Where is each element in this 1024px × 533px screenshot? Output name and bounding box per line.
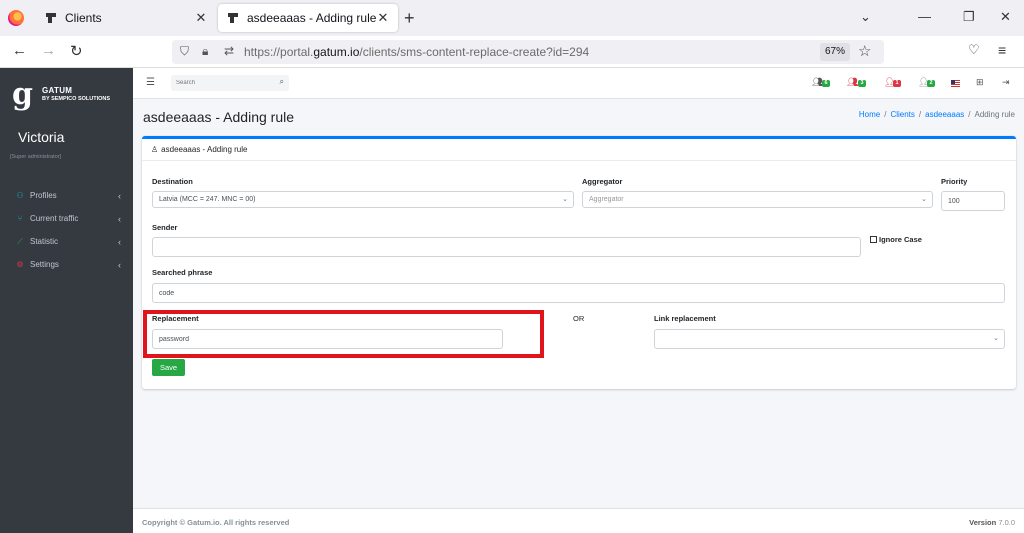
search-icon[interactable]: ⌕ xyxy=(280,77,284,87)
page-title: asdeeaaas - Adding rule xyxy=(143,109,294,125)
sidebar-item-label: Settings xyxy=(30,260,59,269)
chevron-down-icon: ⌄ xyxy=(993,335,999,342)
browser-tab-adding-rule[interactable]: asdeeaaas - Adding rule ✕ xyxy=(218,4,398,32)
browser-tab-strip: Clients ✕ asdeeaaas - Adding rule ✕ + ⌄ … xyxy=(0,0,1024,36)
aggregator-select[interactable]: Aggregator ⌄ xyxy=(582,191,933,208)
breadcrumb: Home / Clients / asdeeaaas / Adding rule xyxy=(858,110,1015,119)
chevron-left-icon: ‹ xyxy=(118,236,121,247)
notification-badge: 3 xyxy=(858,80,866,87)
breadcrumb-clients[interactable]: Clients xyxy=(890,110,914,119)
chevron-left-icon: ‹ xyxy=(118,213,121,224)
chart-icon: ⟋ xyxy=(17,236,23,246)
aggregator-label: Aggregator xyxy=(582,177,623,186)
close-tab-icon[interactable]: ✕ xyxy=(376,10,390,26)
zoom-level[interactable]: 67% xyxy=(820,43,851,61)
replacement-highlight-box xyxy=(143,310,544,358)
user-role: [Super administrator] xyxy=(10,154,62,160)
search-input[interactable] xyxy=(171,75,267,91)
sidebar-item-label: Current traffic xyxy=(30,214,79,223)
gatum-logo-icon: g xyxy=(12,77,33,112)
ignore-case-label: Ignore Case xyxy=(879,235,922,244)
firefox-icon[interactable] xyxy=(8,10,24,26)
search-box: ⌕ xyxy=(171,75,289,91)
list-all-tabs-icon[interactable]: ⌄ xyxy=(860,9,871,25)
sidebar-item-profiles[interactable]: ⚇ Profiles ‹ xyxy=(0,184,133,207)
save-button[interactable]: Save xyxy=(152,359,186,376)
sidebar-item-current-traffic[interactable]: ⑂ Current traffic ‹ xyxy=(0,207,133,230)
notification-badge: 6 xyxy=(822,80,830,87)
notification-badge: 1 xyxy=(893,80,901,87)
restore-icon[interactable]: ❐ xyxy=(963,9,975,25)
users-icon[interactable]: 👥︎ xyxy=(847,77,858,88)
sidebar-item-statistic[interactable]: ⟋ Statistic ‹ xyxy=(0,230,133,253)
user-secret-icon: ♙ xyxy=(151,145,159,154)
copyright-text: Copyright © Gatum.io. All rights reserve… xyxy=(142,518,290,527)
new-tab-icon[interactable]: + xyxy=(404,8,415,29)
content-wrapper: asdeeaaas - Adding rule Home / Clients / asd… xyxy=(133,99,1024,508)
chevron-left-icon: ‹ xyxy=(118,190,121,201)
destination-select[interactable]: Latvia (MCC = 247. MNC = 00) ⌄ xyxy=(152,191,574,208)
brand-name: GATUM xyxy=(42,86,73,95)
ignore-case-checkbox[interactable]: Ignore Case xyxy=(870,235,922,244)
gatum-favicon-icon xyxy=(228,13,238,23)
link-replacement-label: Link replacement xyxy=(654,314,716,323)
searched-phrase-label: Searched phrase xyxy=(152,268,213,277)
cogs-icon: ⚙ xyxy=(16,260,24,269)
lock-icon[interactable]: 🔒︎ xyxy=(202,44,208,59)
url-text[interactable]: https://portal.gatum.io/clients/sms-cont… xyxy=(244,45,589,59)
tab-title: Clients xyxy=(65,11,102,25)
back-icon[interactable]: ← xyxy=(12,42,27,59)
chevron-left-icon: ‹ xyxy=(118,259,121,270)
main-header: ☰ ⌕ 👥︎ 6 👥︎ 3 👤︎ 1 👤︎ 2 ⊞ ⇥ xyxy=(133,68,1024,99)
pocket-icon[interactable]: ♡ xyxy=(968,42,980,58)
close-window-icon[interactable]: ✕ xyxy=(1000,9,1011,25)
notification-badge: 2 xyxy=(927,80,935,87)
us-flag-icon[interactable] xyxy=(951,80,960,87)
card-title: asdeeaaas - Adding rule xyxy=(161,145,248,154)
breadcrumb-client[interactable]: asdeeaaas xyxy=(925,110,964,119)
app-menu-icon[interactable]: ≡ xyxy=(998,42,1006,58)
tab-title: asdeeaaas - Adding rule xyxy=(247,11,376,25)
sidebar-item-settings[interactable]: ⚙ Settings ‹ xyxy=(0,253,133,276)
fork-icon: ⑂ xyxy=(17,214,23,223)
browser-navigation-bar: ← → ↻ ⛉ 🔒︎ ⇄ https://portal.gatum.io/cli… xyxy=(0,36,1024,68)
destination-label: Destination xyxy=(152,177,193,186)
link-replacement-select[interactable]: ⌄ xyxy=(654,329,1005,349)
close-tab-icon[interactable]: ✕ xyxy=(194,10,208,26)
gatum-favicon-icon xyxy=(46,13,56,23)
or-separator: OR xyxy=(573,314,585,323)
minimize-icon[interactable]: — xyxy=(918,9,931,24)
permissions-icon[interactable]: ⇄ xyxy=(224,44,234,58)
breadcrumb-current: Adding rule xyxy=(974,110,1015,119)
chevron-down-icon: ⌄ xyxy=(921,196,927,203)
forward-icon[interactable]: → xyxy=(41,42,56,59)
fullscreen-grid-icon[interactable]: ⊞ xyxy=(976,77,984,88)
card-header: ♙ asdeeaaas - Adding rule xyxy=(142,139,1016,161)
shield-icon[interactable]: ⛉ xyxy=(180,44,189,59)
searched-phrase-input[interactable] xyxy=(152,283,1005,303)
url-bar[interactable]: ⛉ 🔒︎ ⇄ https://portal.gatum.io/clients/s… xyxy=(172,40,884,64)
chevron-down-icon: ⌄ xyxy=(562,196,568,203)
main-footer: Copyright © Gatum.io. All rights reserve… xyxy=(133,508,1024,533)
hamburger-menu-icon[interactable]: ☰ xyxy=(146,77,155,88)
sender-input[interactable] xyxy=(152,237,861,257)
sidebar-menu: ⚇ Profiles ‹ ⑂ Current traffic ‹ ⟋ Stati… xyxy=(0,184,133,276)
bookmark-star-icon[interactable]: ☆ xyxy=(858,42,871,60)
logout-icon[interactable]: ⇥ xyxy=(1002,77,1010,88)
checkbox-box[interactable] xyxy=(870,236,877,243)
browser-tab-clients[interactable]: Clients ✕ xyxy=(36,4,216,32)
breadcrumb-home[interactable]: Home xyxy=(859,110,880,119)
user-name[interactable]: Victoria xyxy=(18,129,64,145)
priority-label: Priority xyxy=(941,177,968,186)
share-icon: ⚇ xyxy=(16,191,24,200)
priority-input[interactable] xyxy=(941,191,1005,211)
sidebar-item-label: Statistic xyxy=(30,237,59,246)
main-sidebar: g GATUM BY SEMPICO SOLUTIONS Victoria [S… xyxy=(0,68,133,533)
sender-label: Sender xyxy=(152,223,178,232)
version-text: Version 7.0.0 xyxy=(969,518,1015,527)
brand-tagline: BY SEMPICO SOLUTIONS xyxy=(42,96,111,102)
reload-icon[interactable]: ↻ xyxy=(70,42,83,60)
sidebar-item-label: Profiles xyxy=(30,191,57,200)
